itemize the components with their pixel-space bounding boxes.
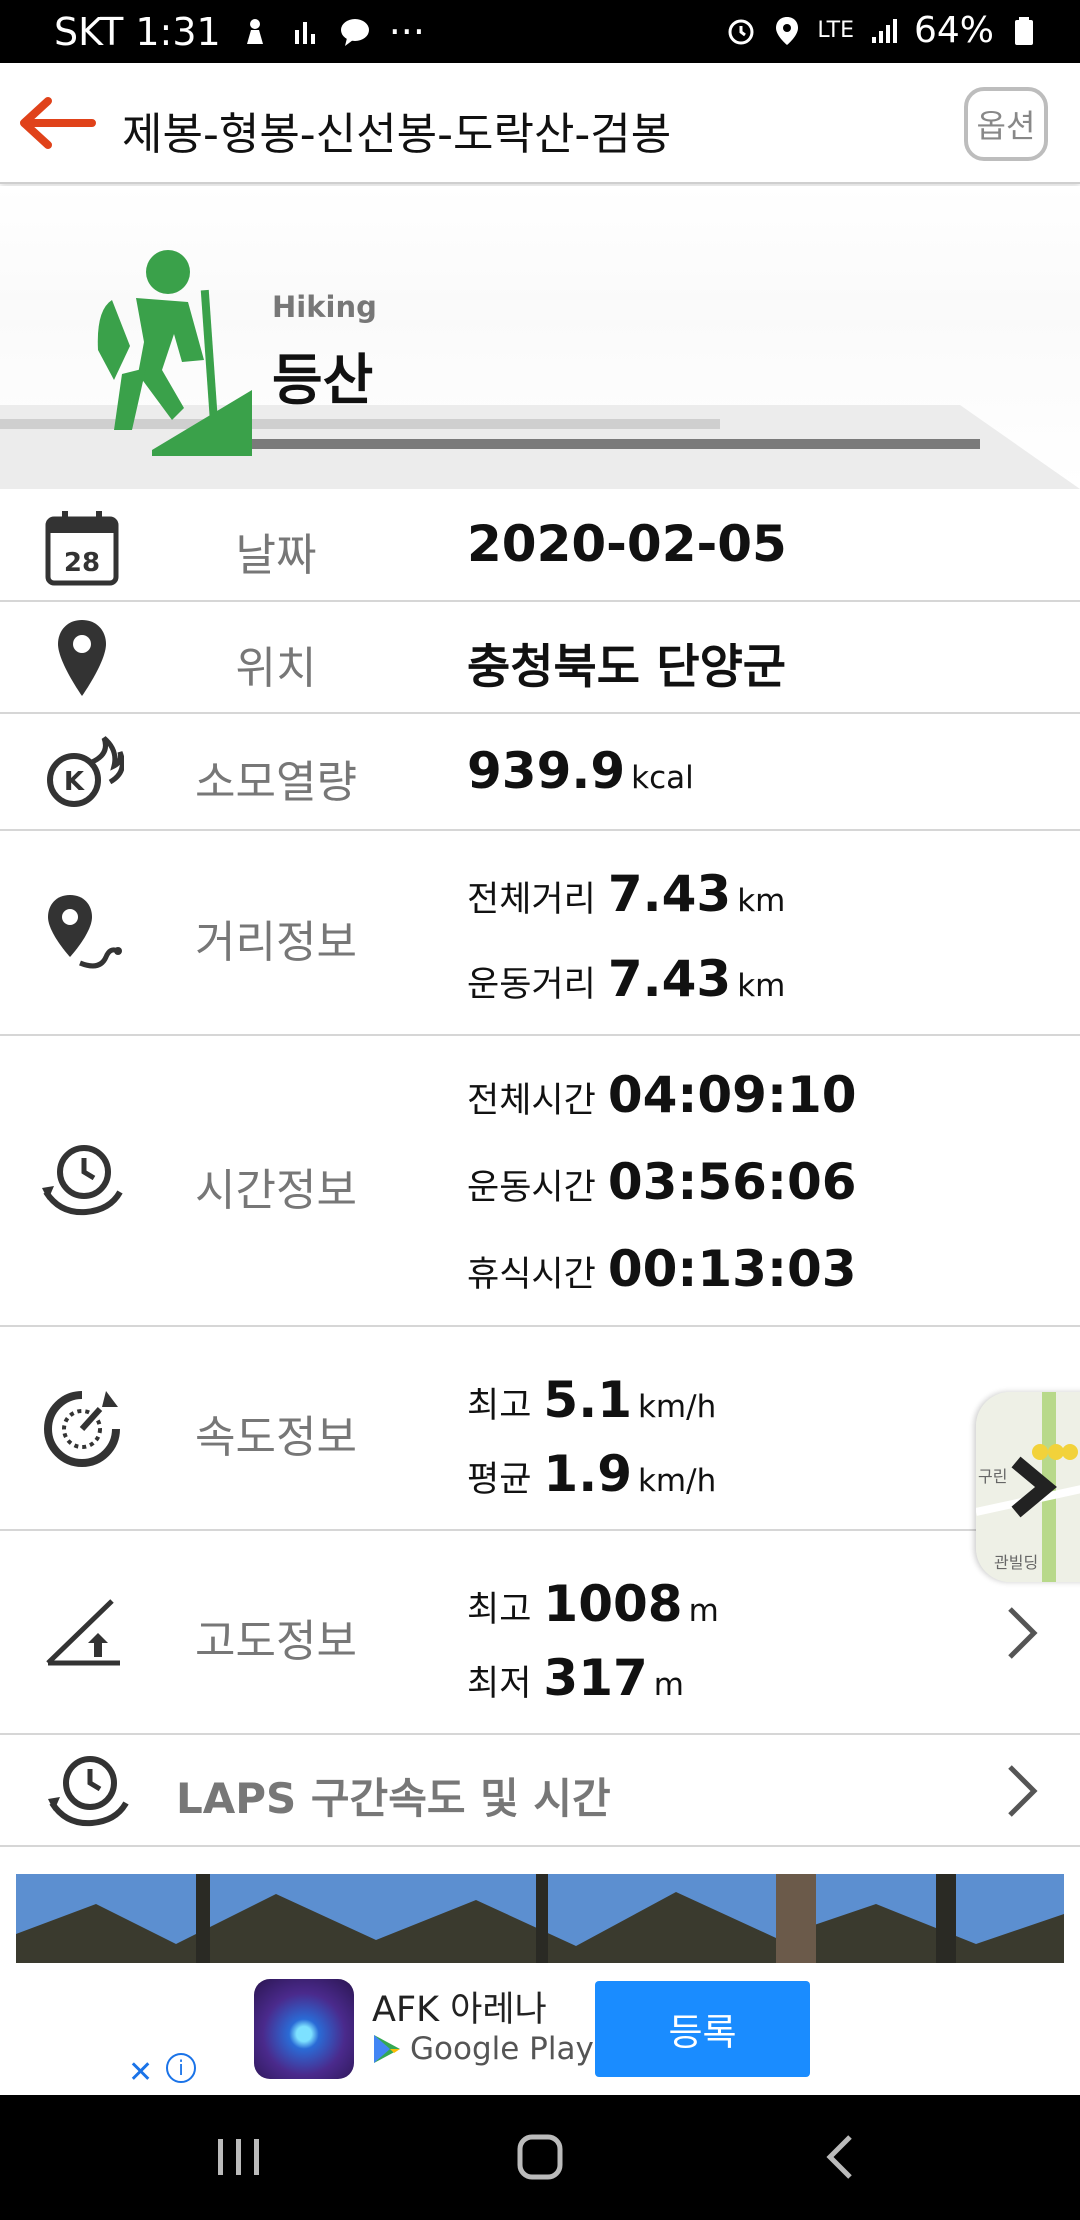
chevron-right-icon (1008, 1607, 1038, 1659)
battery-icon (1015, 16, 1033, 45)
rest-time-value: 00:13:03 (607, 1240, 857, 1298)
date-label: 날짜 (235, 530, 317, 581)
laps-row[interactable]: LAPS 구간속도 및 시간 (0, 1735, 1080, 1847)
location-label: 위치 (235, 643, 317, 694)
ad-app-icon[interactable] (254, 1979, 354, 2079)
option-button[interactable]: 옵션 (964, 87, 1048, 161)
avg-speed-label: 평균 (467, 1460, 532, 1500)
ad-install-button[interactable]: 등록 (595, 1981, 810, 2077)
exercise-time-label: 운동시간 (467, 1168, 596, 1208)
rest-time-label: 휴식시간 (467, 1255, 596, 1295)
laps-clock-icon (48, 1756, 129, 1827)
signal-icon (871, 18, 897, 43)
exercise-distance-value: 7.43 (607, 950, 732, 1008)
date-value: 2020-02-05 (467, 515, 787, 573)
google-play-icon (374, 2035, 400, 2063)
home-icon[interactable] (505, 2125, 575, 2189)
ad-banner[interactable]: AFK 아레나 Google Play 등록 ✕ i (0, 1963, 1080, 2095)
max-speed-unit: km/h (637, 1389, 717, 1425)
min-altitude-value: 317 (543, 1649, 648, 1707)
map-label-1: 구린 (978, 1467, 1007, 1486)
total-distance-value: 7.43 (607, 865, 732, 923)
exercise-time-value: 03:56:06 (607, 1153, 857, 1211)
max-altitude-unit: m (688, 1593, 719, 1629)
location-row: 위치 충청북도 단양군 (0, 602, 1080, 714)
total-time-label: 전체시간 (467, 1081, 596, 1121)
clock-cycle-icon (42, 1145, 123, 1216)
calendar-icon: 28 (45, 511, 119, 586)
total-distance-label: 전체거리 (467, 880, 596, 920)
battery-percent: 64% (913, 10, 994, 51)
total-distance-unit: km (737, 883, 786, 919)
max-speed-value: 5.1 (543, 1371, 632, 1429)
distance-row: 거리정보 전체거리 7.43 km 운동거리 7.43 km (0, 831, 1080, 1036)
ad-store: Google Play (372, 2031, 594, 2067)
location-icon (776, 16, 799, 45)
total-time-value: 04:09:10 (607, 1066, 857, 1124)
altitude-label: 고도정보 (195, 1616, 357, 1667)
avg-speed-unit: km/h (637, 1463, 717, 1499)
ad-info-icon[interactable]: i (166, 2053, 196, 2083)
page-title: 제봉-형봉-신선봉-도락산-검봉 (122, 109, 672, 160)
calories-row: K 소모열량 939.9 kcal (0, 714, 1080, 831)
laps-label: LAPS 구간속도 및 시간 (176, 1774, 611, 1823)
calendar-day: 28 (64, 548, 100, 578)
calories-unit: kcal (631, 760, 694, 796)
back-nav-icon[interactable] (806, 2125, 876, 2189)
distance-label: 거리정보 (195, 917, 357, 968)
ad-close-icon[interactable]: ✕ (128, 2055, 153, 2090)
talk-notification-icon (340, 19, 369, 46)
min-altitude-unit: m (653, 1667, 684, 1703)
max-speed-label: 최고 (467, 1386, 532, 1426)
exercise-distance-unit: km (737, 968, 786, 1004)
min-altitude-label: 최저 (467, 1664, 532, 1704)
hiker-icon (97, 250, 252, 456)
person-notification-icon (246, 19, 263, 44)
max-altitude-value: 1008 (543, 1575, 683, 1633)
activity-type-english: Hiking (272, 290, 377, 324)
calories-label: 소모열량 (195, 757, 357, 808)
trail-photo[interactable] (16, 1874, 1064, 1966)
more-notifications-icon: ··· (388, 10, 425, 54)
speed-row: 속도정보 최고 5.1 km/h 평균 1.9 km/h (0, 1327, 1080, 1531)
distance-route-icon (48, 895, 122, 969)
date-row: 28 날짜 2020-02-05 (0, 489, 1080, 602)
time-label: 시간정보 (195, 1165, 357, 1216)
speedometer-icon (44, 1391, 120, 1467)
location-pin-icon (58, 620, 106, 696)
app-header: 제봉-형봉-신선봉-도락산-검봉 옵션 (0, 63, 1080, 184)
speed-label: 속도정보 (195, 1412, 357, 1463)
svg-text:K: K (64, 767, 85, 797)
laps-chevron-right-icon (1008, 1765, 1038, 1817)
carrier-time: SKT 1:31 (54, 10, 221, 54)
calorie-flame-icon: K (47, 736, 124, 807)
ad-app-name[interactable]: AFK 아레나 (372, 1981, 547, 2032)
activity-type-title: 등산 (272, 348, 374, 412)
status-bar: SKT 1:31 ··· LTE 64% (0, 0, 1080, 63)
altitude-slope-icon (46, 1599, 120, 1666)
calories-value: 939.9 (467, 742, 626, 800)
time-row: 시간정보 전체시간 04:09:10 운동시간 03:56:06 휴식시간 00:13… (0, 1036, 1080, 1327)
navigation-bar (0, 2095, 1080, 2220)
trail-photo-graphic (16, 1874, 1064, 1966)
network-type: LTE (817, 17, 854, 43)
max-altitude-label: 최고 (467, 1590, 532, 1630)
altitude-row[interactable]: 고도정보 최고 1008 m 최저 317 m (0, 1531, 1080, 1735)
alarm-icon (728, 19, 754, 44)
back-arrow-icon[interactable] (18, 91, 98, 155)
recent-apps-icon[interactable] (204, 2125, 274, 2189)
exercise-distance-label: 운동거리 (467, 965, 596, 1005)
location-value: 충청북도 단양군 (467, 640, 787, 695)
avg-speed-value: 1.9 (543, 1445, 632, 1503)
chart-notification-icon (294, 22, 315, 44)
ad-store-label: Google Play (410, 2031, 594, 2067)
